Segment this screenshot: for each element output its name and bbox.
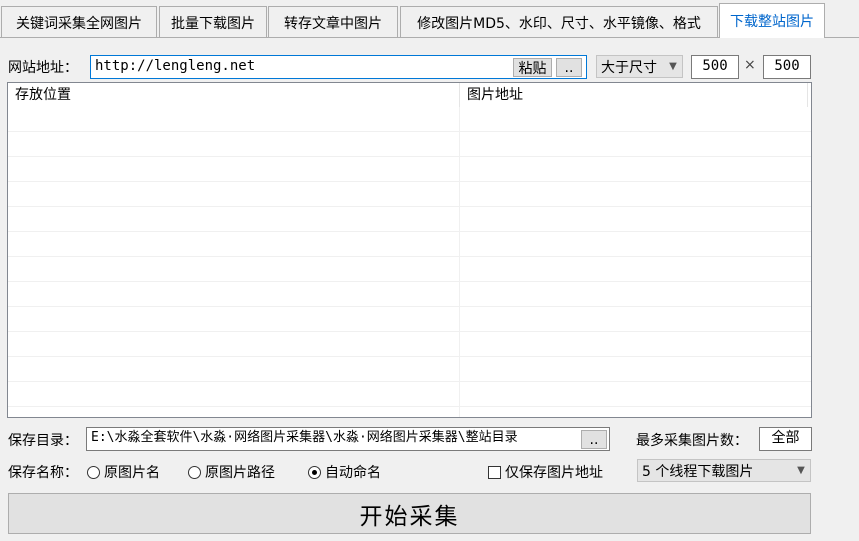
empty-row bbox=[8, 107, 811, 132]
checkbox-icon bbox=[488, 465, 501, 479]
column-header-url[interactable]: 图片地址 bbox=[460, 83, 808, 107]
save-dir-value: E:\水淼全套软件\水淼·网络图片采集器\水淼·网络图片采集器\整站目录 bbox=[91, 430, 518, 445]
only-url-checkbox[interactable]: 仅保存图片地址 bbox=[488, 462, 603, 482]
empty-row bbox=[8, 157, 811, 182]
result-listview[interactable]: 存放位置 图片地址 bbox=[7, 82, 812, 418]
main-window: 关键词采集全网图片 批量下载图片 转存文章中图片 修改图片MD5、水印、尺寸、水… bbox=[0, 0, 859, 541]
min-width-input[interactable]: 500 bbox=[691, 55, 739, 79]
url-value: http://lengleng.net bbox=[95, 58, 256, 74]
empty-row bbox=[8, 382, 811, 407]
radio-icon bbox=[87, 465, 100, 479]
tab-batch-download[interactable]: 批量下载图片 bbox=[159, 6, 267, 38]
listview-header: 存放位置 图片地址 bbox=[8, 83, 811, 107]
paste-button[interactable]: 粘贴 bbox=[513, 58, 552, 77]
size-filter-value: 大于尺寸 bbox=[601, 59, 657, 76]
radio-icon bbox=[188, 465, 201, 479]
size-filter-select[interactable]: 大于尺寸 ▼ bbox=[596, 55, 683, 78]
radio-original-name-label: 原图片名 bbox=[104, 465, 160, 481]
save-dir-browse-button[interactable]: .. bbox=[581, 430, 607, 449]
max-count-input[interactable]: 全部 bbox=[759, 427, 812, 451]
column-header-location[interactable]: 存放位置 bbox=[8, 83, 460, 107]
radio-selected-icon bbox=[308, 465, 321, 479]
save-dir-label: 保存目录： bbox=[8, 433, 78, 449]
save-dir-input[interactable]: E:\水淼全套软件\水淼·网络图片采集器\水淼·网络图片采集器\整站目录 bbox=[86, 427, 610, 451]
empty-row bbox=[8, 132, 811, 157]
listview-body bbox=[8, 107, 811, 417]
empty-row bbox=[8, 182, 811, 207]
times-sign: × bbox=[744, 57, 756, 73]
radio-auto-name-label: 自动命名 bbox=[325, 465, 381, 481]
only-url-label: 仅保存图片地址 bbox=[505, 465, 603, 481]
thread-count-value: 5 个线程下载图片 bbox=[642, 463, 754, 480]
empty-row bbox=[8, 332, 811, 357]
empty-row bbox=[8, 307, 811, 332]
url-label: 网站地址： bbox=[8, 60, 78, 76]
tab-article-images[interactable]: 转存文章中图片 bbox=[268, 6, 398, 38]
empty-row bbox=[8, 257, 811, 282]
radio-auto-name[interactable]: 自动命名 bbox=[308, 462, 381, 482]
start-collect-button[interactable]: 开始采集 bbox=[8, 493, 811, 534]
radio-original-path-label: 原图片路径 bbox=[205, 465, 275, 481]
chevron-down-icon: ▼ bbox=[797, 465, 805, 476]
radio-original-name[interactable]: 原图片名 bbox=[87, 462, 160, 482]
thread-count-select[interactable]: 5 个线程下载图片 ▼ bbox=[637, 459, 811, 482]
empty-row bbox=[8, 282, 811, 307]
min-height-input[interactable]: 500 bbox=[763, 55, 811, 79]
max-count-label: 最多采集图片数： bbox=[636, 433, 748, 449]
empty-row bbox=[8, 357, 811, 382]
chevron-down-icon: ▼ bbox=[669, 61, 677, 72]
save-name-label: 保存名称： bbox=[8, 465, 78, 481]
radio-original-path[interactable]: 原图片路径 bbox=[188, 462, 275, 482]
tab-modify-images[interactable]: 修改图片MD5、水印、尺寸、水平镜像、格式 bbox=[400, 6, 718, 38]
tab-bar: 关键词采集全网图片 批量下载图片 转存文章中图片 修改图片MD5、水印、尺寸、水… bbox=[0, 0, 859, 38]
url-browse-button[interactable]: .. bbox=[556, 58, 582, 77]
tab-keyword-collect[interactable]: 关键词采集全网图片 bbox=[1, 6, 157, 38]
tab-site-download[interactable]: 下载整站图片 bbox=[719, 3, 825, 38]
empty-row bbox=[8, 207, 811, 232]
empty-row bbox=[8, 407, 811, 417]
empty-row bbox=[8, 232, 811, 257]
